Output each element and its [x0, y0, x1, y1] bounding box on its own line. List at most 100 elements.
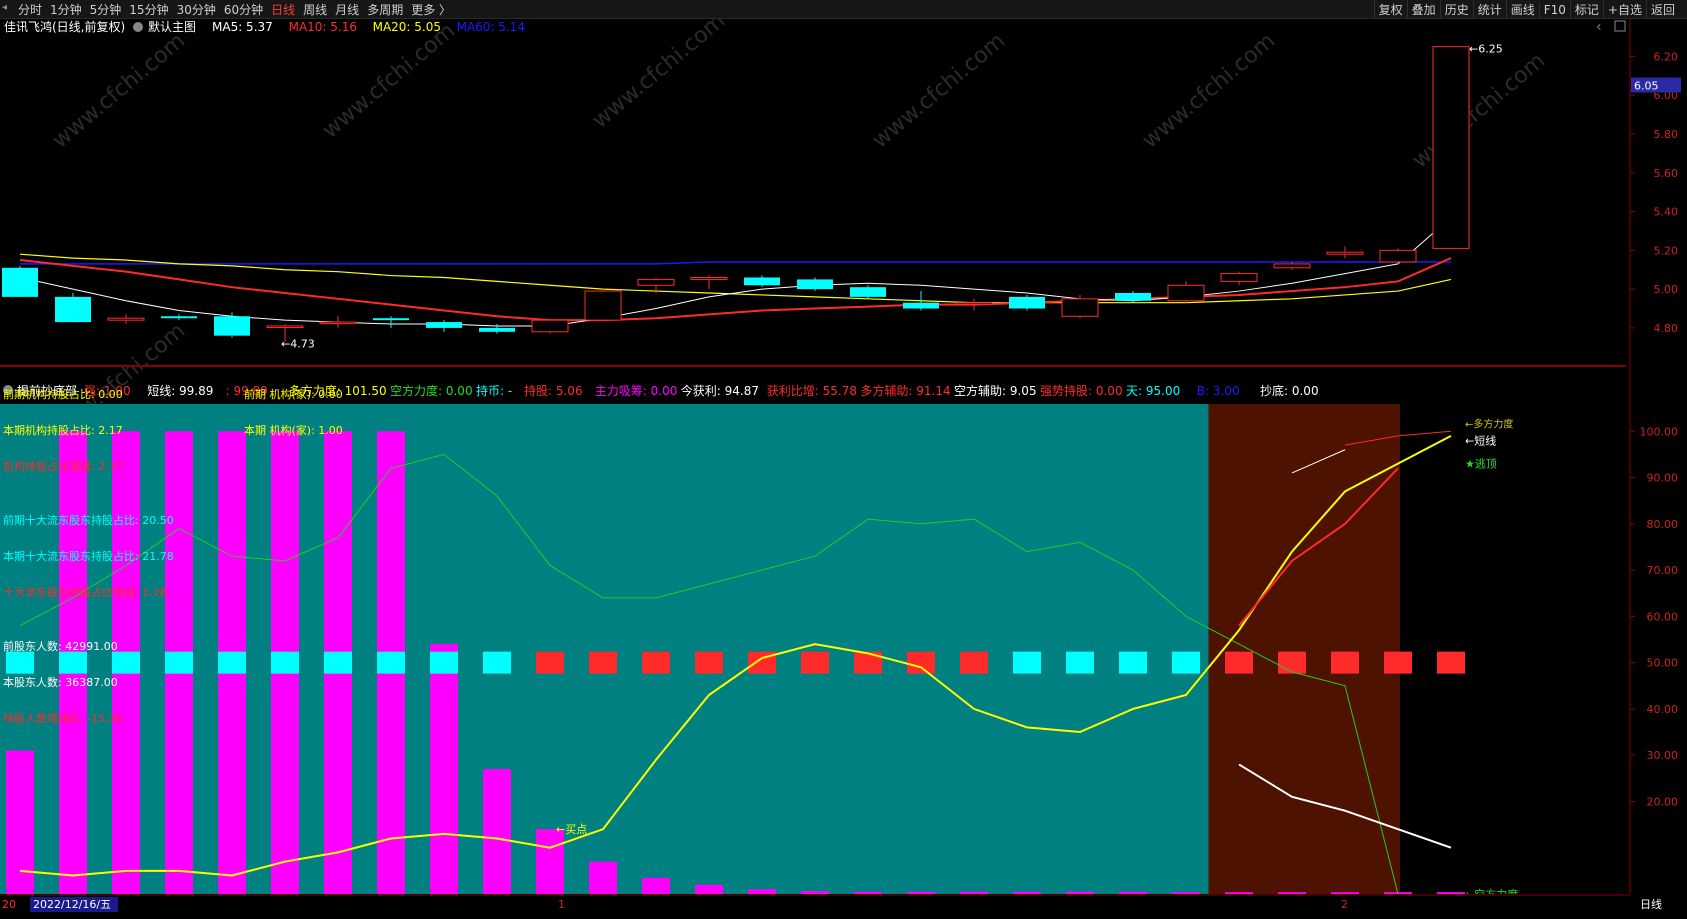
tool-buttons: 复权 叠加 历史 统计 画线 F10 标记 +自选 返回: [1373, 0, 1679, 19]
period-label: 日线: [1640, 897, 1662, 911]
candle-body: [903, 302, 939, 309]
indicator-stat: 持币: -: [476, 383, 512, 398]
candle-body: [214, 316, 250, 336]
indicator-stat: 天: 95.00: [1126, 384, 1180, 398]
magenta-bar: [748, 889, 776, 894]
signal-square-cyan: [6, 651, 34, 674]
price-tick-label: 5.00: [1654, 283, 1679, 296]
signal-square-red: [907, 651, 935, 674]
candle-body: [744, 277, 780, 286]
tool-button[interactable]: 返回: [1645, 0, 1679, 19]
tool-button[interactable]: +自选: [1602, 0, 1646, 19]
right-blank-zone: [1400, 404, 1626, 894]
back-arrow-icon[interactable]: ◂: [2, 2, 12, 16]
signal-square-cyan: [430, 651, 458, 674]
magenta-bar: [1278, 892, 1306, 894]
magenta-bar: [430, 644, 458, 894]
ma-legend: MA60: 5.14: [457, 20, 525, 34]
indicator-stat: 抄底: 0.00: [1260, 383, 1319, 398]
signal-square-red: [536, 651, 564, 674]
magenta-bar: [854, 891, 882, 894]
magenta-bar: [1013, 891, 1041, 894]
magenta-bar: [960, 891, 988, 894]
holding-note: 机构持股占比增减: 2.17: [3, 459, 123, 473]
magenta-bar: [1331, 892, 1359, 894]
candle-body: [1009, 296, 1045, 309]
indicator-stat: 获利比增: 55.78: [767, 384, 857, 398]
holding-note: 前期机构持股占比: 0.00: [3, 387, 123, 401]
holding-note: 前股东人数: 42991.00: [3, 639, 118, 653]
x-axis-lead: 20: [2, 898, 16, 911]
indicator-tick-label: 30.00: [1647, 749, 1679, 762]
candle-body: [850, 287, 886, 297]
tool-button[interactable]: F10: [1538, 2, 1570, 18]
magenta-bar: [1119, 891, 1147, 894]
period-tab[interactable]: 30分钟: [173, 0, 220, 19]
candle-body: [1432, 46, 1470, 249]
indicator-tick-label: 70.00: [1647, 564, 1679, 577]
indicator-stat: 强势持股: 0.00: [1040, 383, 1123, 398]
indicator-stat: 主力吸筹: 0.00: [595, 384, 678, 398]
buy-point-label: ←买点: [556, 823, 587, 836]
ma-legend: MA10: 5.16: [289, 20, 357, 34]
period-tab[interactable]: 月线: [331, 0, 363, 19]
stock-title: 佳讯飞鸿(日线,前复权): [4, 19, 125, 34]
signal-square-cyan: [1066, 651, 1094, 674]
candle-body: [1326, 251, 1364, 255]
price-tick-label: 5.60: [1654, 167, 1679, 180]
indicator-stat: 多方辅助: 91.14: [860, 383, 950, 398]
period-tab[interactable]: 多周期: [363, 0, 407, 19]
bull-strength-label: ←多方力度: [1465, 417, 1513, 430]
indicator-tick-label: 80.00: [1647, 518, 1679, 531]
indicator-stat: 空方力度: 0.00: [390, 383, 473, 398]
signal-square-red: [1225, 651, 1253, 674]
tool-button[interactable]: 历史: [1439, 0, 1473, 19]
tool-button[interactable]: 叠加: [1406, 0, 1440, 19]
period-tab[interactable]: 1分钟: [46, 0, 86, 19]
institution-note: 前期 机构(家): 0.00: [244, 387, 343, 401]
period-tab[interactable]: 分时: [14, 0, 46, 19]
magenta-bar: [801, 891, 829, 894]
period-tab[interactable]: 日线: [267, 0, 299, 19]
x-axis-month: 2: [1341, 898, 1348, 911]
escape-top-label: ★逃顶: [1465, 458, 1497, 471]
tool-button[interactable]: 标记: [1569, 0, 1603, 19]
signal-square-cyan: [112, 651, 140, 674]
signal-square-red: [1384, 651, 1412, 674]
candle-body: [955, 302, 993, 305]
template-icon[interactable]: [133, 22, 143, 32]
candle-body: [1220, 273, 1258, 282]
tool-button[interactable]: 画线: [1505, 0, 1539, 19]
candle-body: [1061, 298, 1099, 317]
price-tick-label: 4.80: [1654, 322, 1679, 335]
tool-button[interactable]: 统计: [1472, 0, 1506, 19]
candle-body: [107, 317, 145, 321]
indicator-tick-label: 50.00: [1647, 657, 1679, 670]
candle-body: [319, 321, 357, 325]
collapse-icon: ‹: [1596, 19, 1602, 35]
candle-body: [1273, 263, 1311, 269]
indicator-stat: B: 3.00: [1197, 384, 1240, 398]
period-tab[interactable]: 60分钟: [220, 0, 267, 19]
magenta-bar: [1172, 892, 1200, 894]
holding-note: 持股人数增减比: -15.36: [3, 711, 123, 725]
candle-body: [55, 296, 91, 323]
period-tabs: 分时 1分钟 5分钟 15分钟 30分钟 60分钟 日线 周线 月线 多周期 更多 〉: [14, 0, 455, 19]
candle-body: [1115, 293, 1151, 301]
signal-square-cyan: [483, 651, 511, 674]
candle-body: [373, 318, 409, 321]
period-tab[interactable]: 5分钟: [86, 0, 126, 19]
ma-legend: MA5: 5.37: [212, 20, 273, 34]
candle-body: [1379, 249, 1417, 263]
tool-button[interactable]: 复权: [1373, 0, 1407, 19]
period-tab[interactable]: 周线: [299, 0, 331, 19]
signal-square-red: [1331, 651, 1359, 674]
period-tab[interactable]: 更多 〉: [407, 0, 455, 19]
indicator-tick-label: 20.00: [1647, 795, 1679, 808]
magenta-bar: [1437, 892, 1465, 894]
holding-note: 前期十大流东股东持股占比: 20.50: [3, 513, 174, 527]
signal-square-red: [589, 651, 617, 674]
signal-square-red: [801, 651, 829, 674]
indicator-stat: 空方辅助: 9.05: [954, 383, 1037, 398]
period-tab[interactable]: 15分钟: [125, 0, 172, 19]
